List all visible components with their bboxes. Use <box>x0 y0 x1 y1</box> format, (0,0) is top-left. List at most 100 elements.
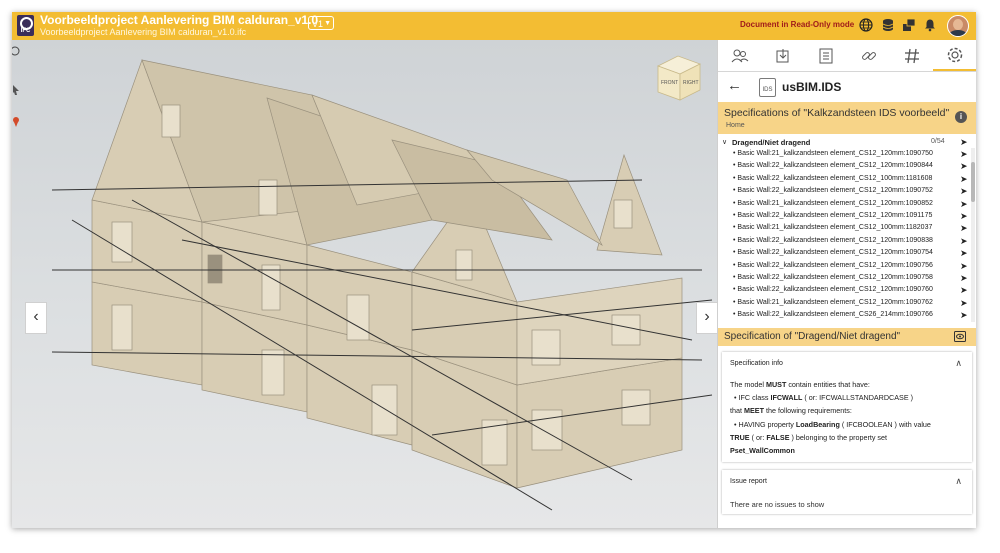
ifc-logo: IFC <box>17 15 34 36</box>
top-bar: IFC Voorbeeldproject Aanlevering BIM cal… <box>12 12 976 40</box>
side-panel: ← IDS usBIM.IDS Specifications of "Kalkz… <box>717 40 976 528</box>
locate-icon[interactable]: ➤ <box>960 310 968 321</box>
specification-detail-title: Specification of "Dragend/Niet dragend" <box>724 331 901 342</box>
locate-icon[interactable]: ➤ <box>960 273 968 284</box>
list-item-label: Basic Wall:22_kalkzandsteen element_CS12… <box>733 237 932 244</box>
list-item-label: Basic Wall:22_kalkzandsteen element_CS12… <box>733 262 932 269</box>
compass-icon[interactable] <box>12 45 22 57</box>
list-item-label: Basic Wall:21_kalkzandsteen element_CS12… <box>733 299 932 306</box>
chevron-up-icon[interactable]: ∧ <box>955 358 962 369</box>
spec-line: that MEET the following requirements: <box>730 406 852 415</box>
list-item[interactable]: Basic Wall:22_kalkzandsteen element_CS12… <box>718 248 976 261</box>
specification-detail-header: Specification of "Dragend/Niet dragend" <box>718 328 976 346</box>
locate-icon[interactable]: ➤ <box>960 137 968 148</box>
spec-line: Pset_WallCommon <box>730 446 795 455</box>
layers-icon[interactable] <box>902 18 916 32</box>
locate-icon[interactable]: ➤ <box>960 285 968 296</box>
specifications-header: Specifications of "Kalkzandsteen IDS voo… <box>718 102 976 134</box>
list-item-label: Basic Wall:22_kalkzandsteen element_CS12… <box>733 212 932 219</box>
next-view-button[interactable]: › <box>696 302 717 334</box>
list-item[interactable]: Basic Wall:21_kalkzandsteen element_CS12… <box>718 149 976 162</box>
spec-line: TRUE ( or: FALSE ) belonging to the prop… <box>730 433 888 442</box>
issue-report-card: Issue report ∧ There are no issues to sh… <box>722 470 972 514</box>
list-item[interactable]: Basic Wall:21_kalkzandsteen element_CS12… <box>718 223 976 236</box>
specification-info-heading: Specification info <box>730 360 783 367</box>
locate-icon[interactable]: ➤ <box>960 161 968 172</box>
issue-report-heading: Issue report <box>730 478 767 485</box>
ids-title: usBIM.IDS <box>782 80 842 94</box>
back-arrow-icon[interactable]: ← <box>727 77 742 94</box>
tab-upload[interactable] <box>761 40 804 71</box>
specification-info-card: Specification info ∧ The model MUST cont… <box>722 352 972 462</box>
list-item[interactable]: Basic Wall:22_kalkzandsteen element_CS12… <box>718 186 976 199</box>
list-item[interactable]: Basic Wall:22_kalkzandsteen element_CS12… <box>718 285 976 298</box>
locate-icon[interactable]: ➤ <box>960 174 968 185</box>
group-label: Dragend/Niet dragend <box>732 138 811 147</box>
globe-icon[interactable] <box>859 18 873 32</box>
list-item-label: Basic Wall:22_kalkzandsteen element_CS12… <box>733 249 932 256</box>
document-icon <box>819 48 832 63</box>
chevron-down-icon[interactable]: ∨ <box>722 138 727 146</box>
settings-icon <box>947 47 962 62</box>
cube-front-label: FRONT <box>661 80 678 86</box>
list-item[interactable]: Basic Wall:21_kalkzandsteen element_CS12… <box>718 298 976 311</box>
scrollbar-thumb[interactable] <box>971 162 975 202</box>
user-avatar[interactable] <box>947 15 969 37</box>
locate-icon[interactable]: ➤ <box>960 223 968 234</box>
ids-file-icon: IDS <box>759 78 776 97</box>
left-toolbar <box>12 44 22 127</box>
list-item-label: Basic Wall:22_kalkzandsteen element_CS12… <box>733 175 932 182</box>
list-item[interactable]: Basic Wall:22_kalkzandsteen element_CS12… <box>718 174 976 187</box>
ids-header: ← IDS usBIM.IDS <box>718 72 976 102</box>
info-icon[interactable]: i <box>955 111 967 123</box>
list-item[interactable]: Basic Wall:21_kalkzandsteen element_CS12… <box>718 199 976 212</box>
list-item[interactable]: Basic Wall:22_kalkzandsteen element_CS26… <box>718 310 976 323</box>
list-item-label: Basic Wall:21_kalkzandsteen element_CS12… <box>733 200 932 207</box>
cursor-icon[interactable] <box>12 84 22 96</box>
chevron-down-icon: ▼ <box>324 20 331 27</box>
project-title: Voorbeeldproject Aanlevering BIM caldura… <box>40 13 319 27</box>
locate-icon[interactable]: ➤ <box>960 211 968 222</box>
view-cube[interactable]: FRONT RIGHT <box>652 52 704 104</box>
group-row[interactable]: ∨ Dragend/Niet dragend 0/54 ➤ <box>718 137 976 150</box>
locate-icon[interactable]: ➤ <box>960 236 968 247</box>
spec-line: The model MUST contain entities that hav… <box>730 380 870 389</box>
list-item-label: Basic Wall:22_kalkzandsteen element_CS12… <box>733 187 932 194</box>
locate-icon[interactable]: ➤ <box>960 199 968 210</box>
pin-icon[interactable] <box>12 116 22 128</box>
list-item-label: Basic Wall:22_kalkzandsteen element_CS12… <box>733 274 932 281</box>
list-item-label: Basic Wall:21_kalkzandsteen element_CS12… <box>733 150 932 157</box>
bell-icon[interactable] <box>923 18 937 32</box>
upload-icon <box>776 48 788 62</box>
users-icon <box>731 49 748 62</box>
chevron-up-icon[interactable]: ∧ <box>955 476 962 487</box>
list-item[interactable]: Basic Wall:22_kalkzandsteen element_CS12… <box>718 261 976 274</box>
link-icon <box>861 51 876 60</box>
list-item[interactable]: Basic Wall:22_kalkzandsteen element_CS12… <box>718 236 976 249</box>
list-item-label: Basic Wall:22_kalkzandsteen element_CS12… <box>733 286 932 293</box>
list-item[interactable]: Basic Wall:22_kalkzandsteen element_CS12… <box>718 273 976 286</box>
version-select[interactable]: V1 ▼ <box>308 16 334 30</box>
tab-link[interactable] <box>847 40 890 71</box>
spec-line: • IFC class IFCWALL ( or: IFCWALLSTANDAR… <box>734 393 914 402</box>
prev-view-button[interactable]: ‹ <box>25 302 47 334</box>
tab-document[interactable] <box>804 40 847 71</box>
locate-icon[interactable]: ➤ <box>960 149 968 160</box>
tab-users[interactable] <box>718 40 761 71</box>
list-item[interactable]: Basic Wall:22_kalkzandsteen element_CS12… <box>718 161 976 174</box>
spec-line: • HAVING property LoadBearing ( IFCBOOLE… <box>734 420 931 429</box>
tab-settings[interactable] <box>933 40 976 71</box>
tab-hash[interactable] <box>890 40 933 71</box>
list-item[interactable]: Basic Wall:22_kalkzandsteen element_CS12… <box>718 211 976 224</box>
locate-icon[interactable]: ➤ <box>960 186 968 197</box>
panel-tabs <box>718 40 976 72</box>
locate-icon[interactable]: ➤ <box>960 248 968 259</box>
locate-icon[interactable]: ➤ <box>960 261 968 272</box>
model-viewer[interactable]: ‹ › FRONT RIGHT <box>12 40 717 528</box>
database-icon[interactable] <box>881 18 895 32</box>
list-item-label: Basic Wall:21_kalkzandsteen element_CS12… <box>733 224 932 231</box>
app-window: IFC Voorbeeldproject Aanlevering BIM cal… <box>12 12 976 528</box>
view-icon[interactable] <box>954 331 966 342</box>
breadcrumb[interactable]: Home <box>726 122 745 129</box>
locate-icon[interactable]: ➤ <box>960 298 968 309</box>
